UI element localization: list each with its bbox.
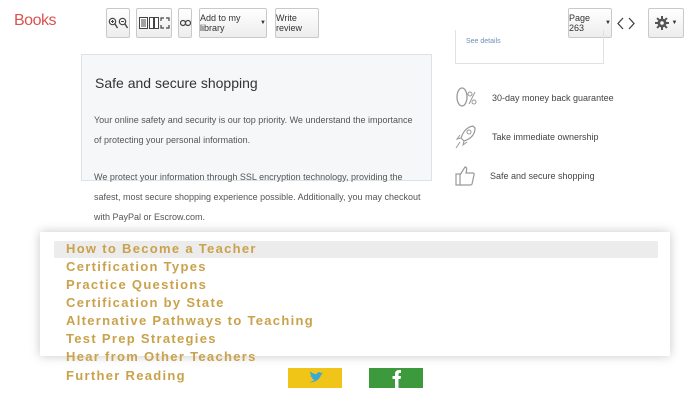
rocket-icon [455, 124, 477, 155]
twitter-button[interactable] [288, 368, 342, 388]
details-box: See details [455, 30, 604, 64]
menu-item-hear-from-other-teachers[interactable]: Hear from Other Teachers [66, 349, 257, 365]
two-page-icon[interactable] [148, 17, 159, 29]
menu-item-practice-questions[interactable]: Practice Questions [66, 277, 207, 293]
brand-logo[interactable]: Books [14, 12, 56, 30]
facebook-button[interactable] [369, 368, 423, 388]
zoom-in-icon[interactable] [108, 17, 118, 29]
prev-page-icon[interactable] [617, 17, 624, 30]
thumbs-up-icon [455, 165, 475, 192]
card-paragraph: We protect your information through SSL … [94, 172, 421, 222]
view-mode-buttons[interactable] [136, 8, 172, 38]
see-details-link[interactable]: See details [466, 38, 501, 45]
zoom-out-icon[interactable] [118, 17, 128, 29]
add-to-library-label: Add to my library [200, 13, 241, 33]
card-paragraph: Your online safety and security is our t… [94, 115, 413, 145]
add-to-library-button[interactable]: Add to my library ▼ [199, 8, 267, 38]
twitter-icon [309, 371, 323, 383]
page-nav [614, 8, 638, 38]
caret-down-icon: ▼ [260, 20, 266, 26]
next-page-icon[interactable] [628, 17, 635, 30]
menu-item-alternative-pathways[interactable]: Alternative Pathways to Teaching [66, 313, 314, 329]
zoom-buttons[interactable] [106, 8, 130, 38]
menu-item-certification-by-state[interactable]: Certification by State [66, 295, 225, 311]
single-page-icon[interactable] [138, 17, 148, 29]
percent-icon [455, 86, 477, 113]
menu-item-further-reading[interactable]: Further Reading [66, 368, 186, 384]
caret-down-icon: ▼ [605, 20, 611, 26]
settings-button[interactable]: ▼ [648, 8, 684, 38]
card-title: Safe and secure shopping [95, 75, 258, 91]
menu-item-how-to-become-a-teacher[interactable]: How to Become a Teacher [66, 241, 257, 257]
menu-item-certification-types[interactable]: Certification Types [66, 259, 207, 275]
feature-label: Safe and secure shopping [490, 171, 595, 181]
caret-down-icon: ▼ [671, 20, 678, 26]
feature-label: Take immediate ownership [492, 132, 599, 142]
facebook-icon [392, 370, 401, 388]
write-review-button[interactable]: Write review [275, 8, 319, 38]
page-root: Books Add to my library ▼ Write review P… [0, 0, 700, 400]
link-icon [179, 19, 191, 27]
feature-label: 30-day money back guarantee [492, 93, 614, 103]
fullscreen-icon[interactable] [159, 17, 170, 29]
link-button[interactable] [178, 8, 192, 38]
menu-item-test-prep-strategies[interactable]: Test Prep Strategies [66, 331, 217, 347]
gear-icon [654, 16, 669, 30]
